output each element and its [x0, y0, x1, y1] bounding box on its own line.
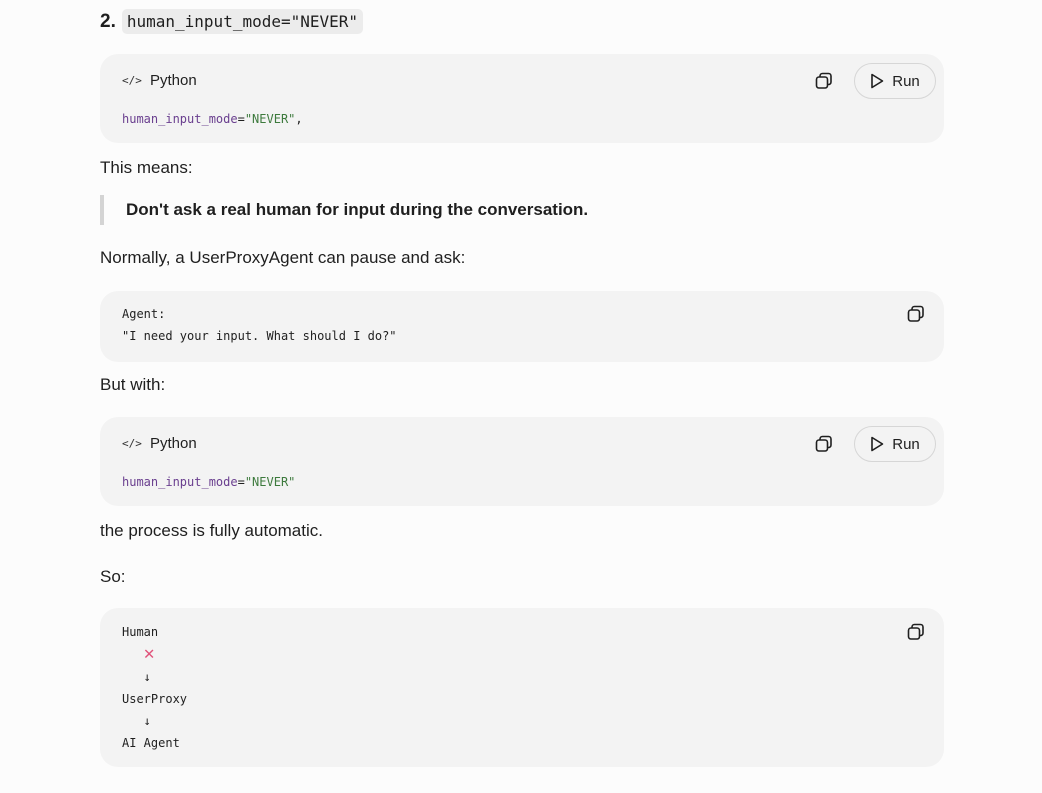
heading-inline-code: human_input_mode="NEVER"	[121, 9, 364, 34]
run-button[interactable]: Run	[854, 63, 936, 99]
code-icon: </>	[122, 74, 142, 87]
run-button[interactable]: Run	[854, 426, 936, 462]
code-language-label: Python	[150, 435, 197, 452]
paragraph-this-means: This means:	[100, 158, 193, 177]
code-string: "NEVER"	[244, 475, 296, 489]
copy-button[interactable]	[905, 621, 927, 643]
code-line: human_input_mode="NEVER",	[122, 108, 303, 130]
code-line-human: Human	[122, 625, 159, 639]
code-line-arrow-2: ↓	[122, 714, 151, 728]
section-heading: 2. human_input_mode="NEVER"	[100, 9, 364, 34]
code-icon: </>	[122, 437, 142, 450]
code-text: Agent: "I need your input. What should I…	[122, 303, 397, 347]
code-punctuation: ,	[295, 112, 303, 126]
paragraph-automatic: the process is fully automatic.	[100, 521, 323, 540]
copy-icon	[815, 435, 832, 452]
code-block-python-1: </> Python Run human_input_mode="NEVER",	[100, 54, 944, 143]
code-identifier: human_input_mode	[122, 475, 238, 489]
code-language-label: Python	[150, 72, 197, 89]
run-label: Run	[892, 72, 920, 90]
code-block-header: </> Python	[122, 72, 197, 89]
blockquote-text: Don't ask a real human for input during …	[126, 200, 589, 219]
copy-button[interactable]	[813, 70, 835, 92]
paragraph-so: So:	[100, 567, 126, 586]
code-string: "NEVER"	[244, 112, 296, 126]
code-line: human_input_mode="NEVER"	[122, 471, 295, 493]
code-line-arrow-1: ↓	[122, 670, 151, 684]
code-line-1: Agent:	[122, 307, 166, 321]
code-operator: =	[237, 112, 245, 126]
copy-icon	[907, 623, 924, 640]
run-label: Run	[892, 435, 920, 453]
copy-button[interactable]	[813, 433, 835, 455]
paragraph-normally: Normally, a UserProxyAgent can pause and…	[100, 248, 466, 267]
copy-icon	[815, 72, 832, 89]
code-identifier: human_input_mode	[122, 112, 238, 126]
heading-number: 2.	[100, 10, 116, 32]
code-block-plain-2: Human ✕ ↓ UserProxy ↓ AI Agent	[100, 608, 944, 767]
code-block-header: </> Python	[122, 435, 197, 452]
paragraph-but-with: But with:	[100, 375, 166, 394]
code-line-2: "I need your input. What should I do?"	[122, 329, 397, 343]
code-text: Human ✕ ↓ UserProxy ↓ AI Agent	[122, 621, 187, 754]
copy-icon	[907, 305, 924, 322]
code-block-python-2: </> Python Run human_input_mode="NEVER"	[100, 417, 944, 506]
code-block-plain-1: Agent: "I need your input. What should I…	[100, 291, 944, 362]
code-line-ai-agent: AI Agent	[122, 736, 180, 750]
play-icon	[871, 436, 884, 452]
copy-button[interactable]	[905, 303, 927, 325]
code-line-userproxy: UserProxy	[122, 692, 188, 706]
blockquote: Don't ask a real human for input during …	[100, 195, 588, 225]
code-operator: =	[237, 475, 245, 489]
cross-mark-icon: ✕	[143, 643, 155, 664]
play-icon	[871, 73, 884, 89]
